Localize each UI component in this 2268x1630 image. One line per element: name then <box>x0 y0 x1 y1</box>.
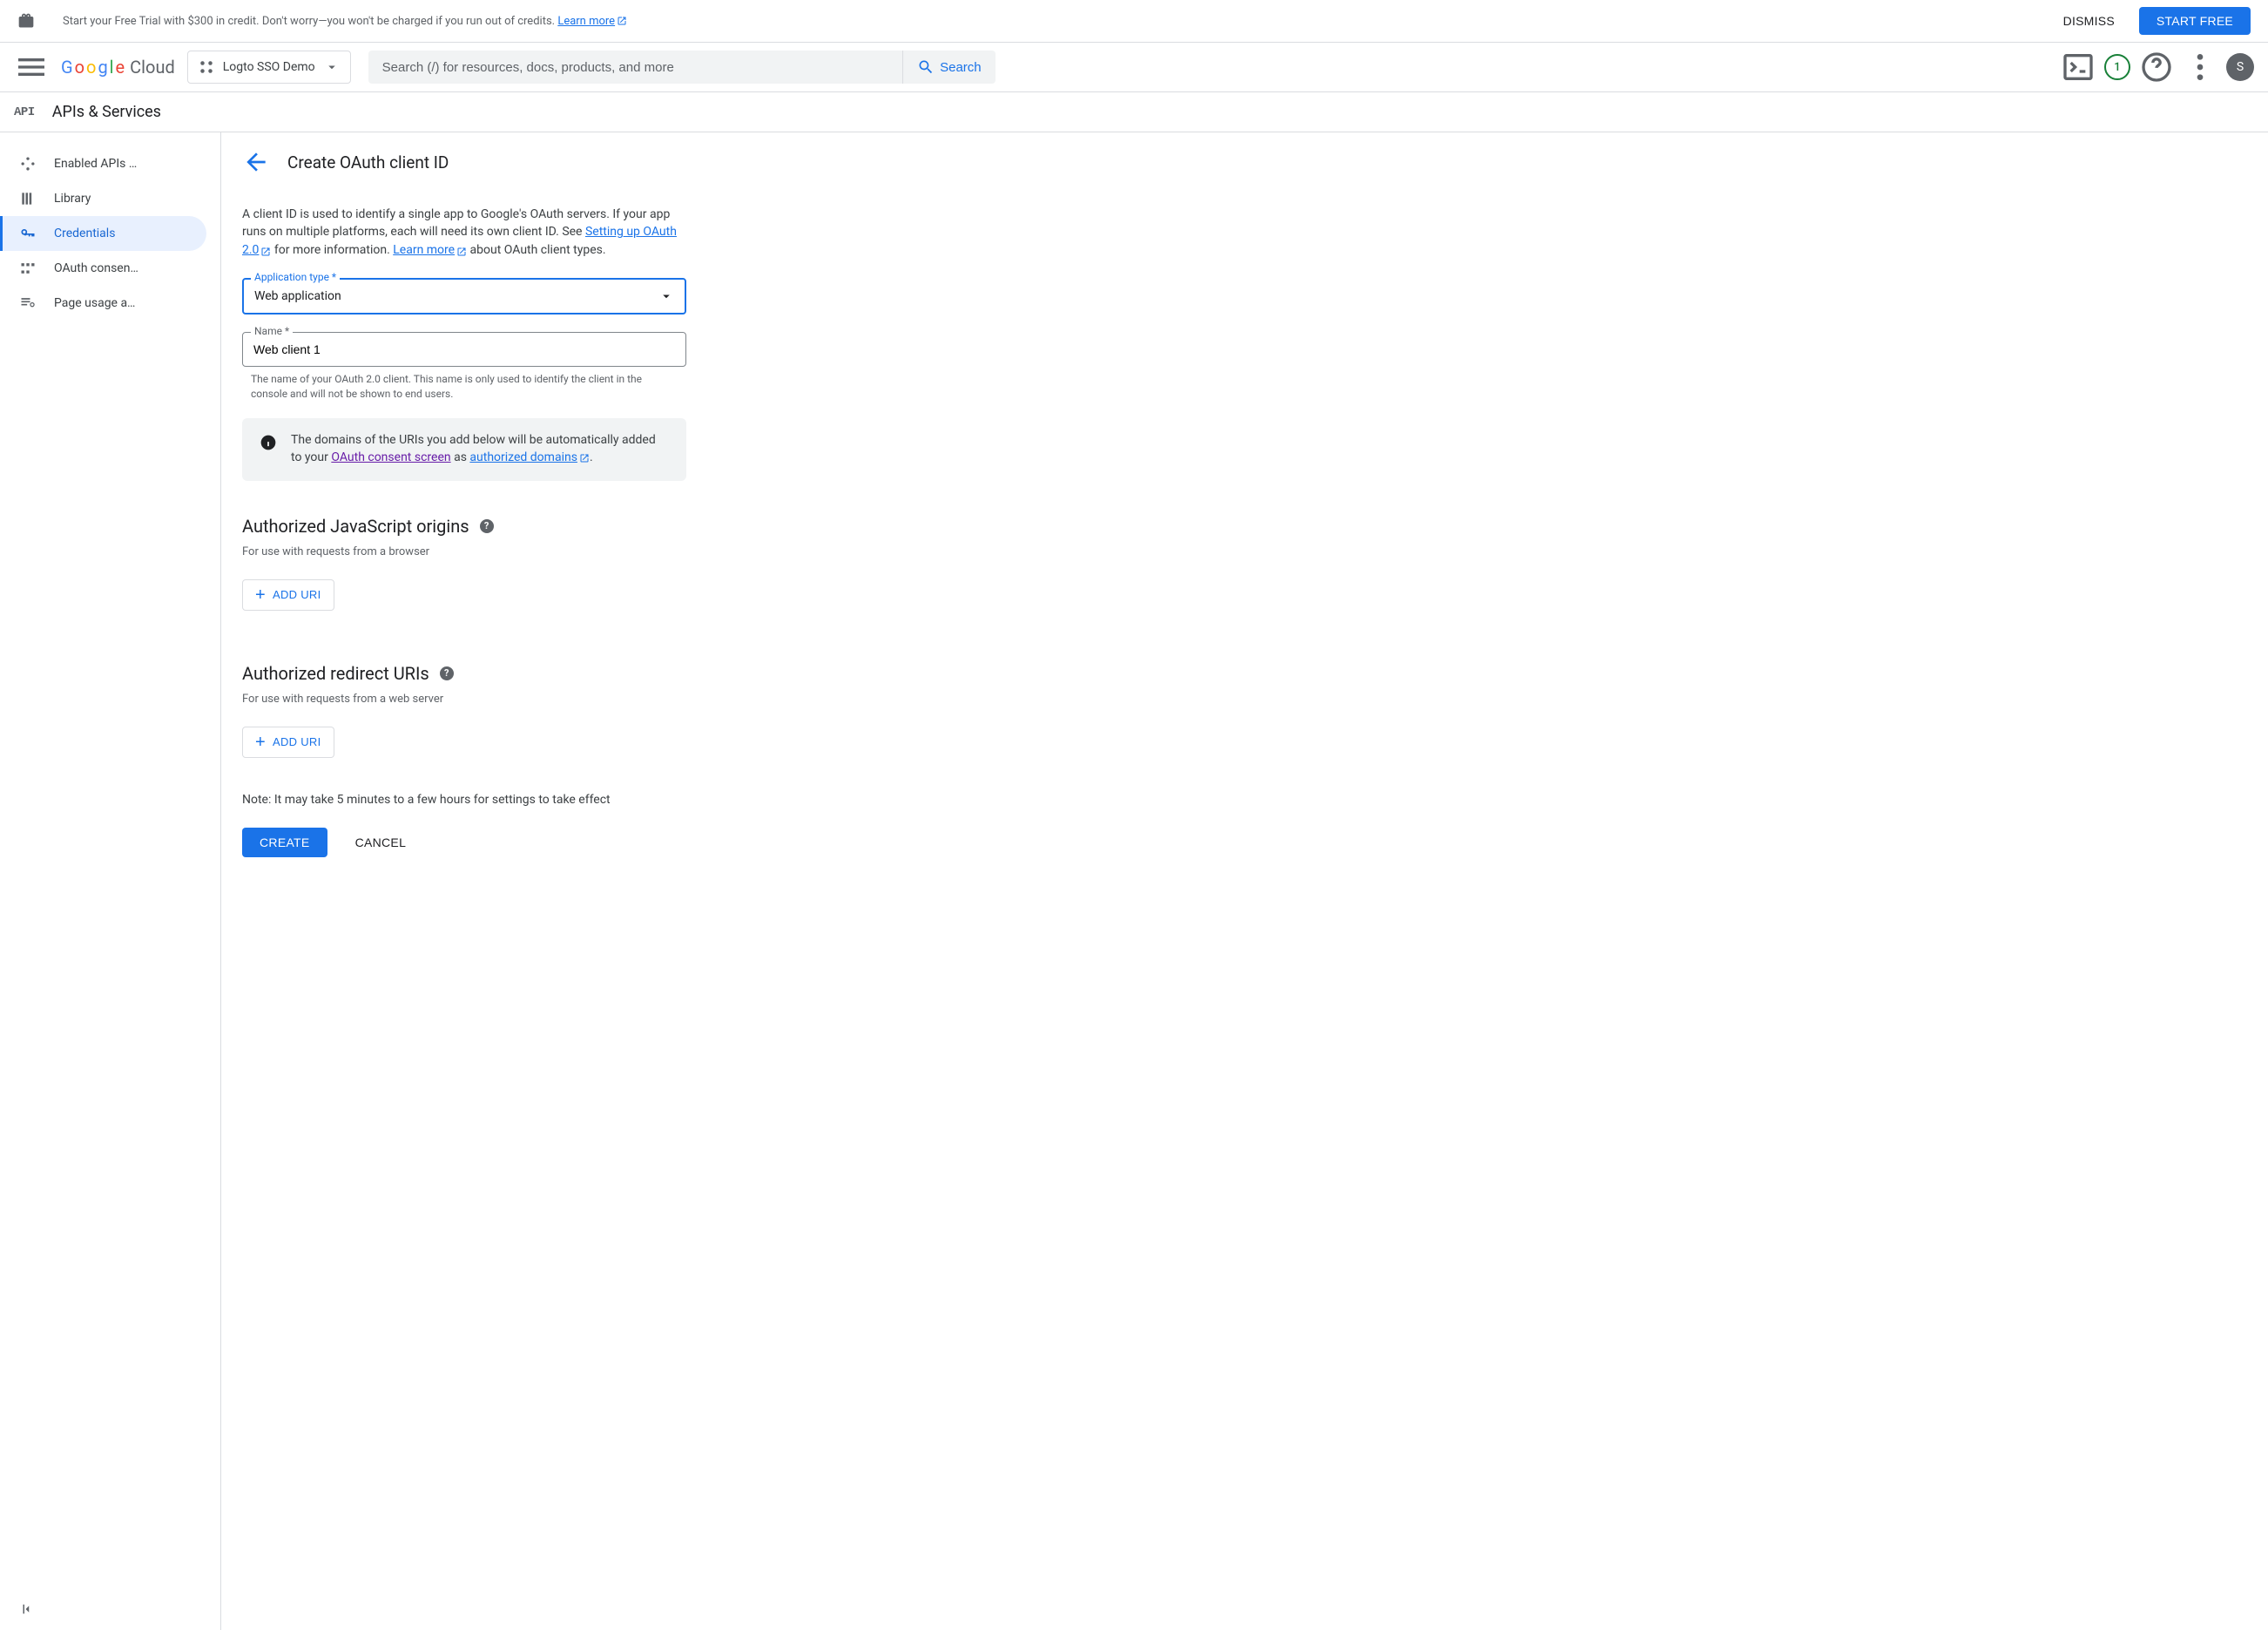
info-icon <box>260 434 277 451</box>
note-text: Note: It may take 5 minutes to a few hou… <box>242 793 897 807</box>
sidebar: Enabled APIs … Library Credentials OAuth… <box>0 132 221 1630</box>
project-icon <box>199 59 214 75</box>
chevron-down-icon <box>658 288 674 304</box>
cancel-button[interactable]: CANCEL <box>341 828 421 857</box>
main-header: Google Cloud Logto SSO Demo Search 1 S <box>0 43 2268 92</box>
header-actions: 1 S <box>2061 50 2254 85</box>
external-link-icon <box>579 452 590 463</box>
collapse-sidebar-button[interactable] <box>19 1601 35 1620</box>
application-type-select[interactable]: Web application <box>242 278 686 315</box>
js-origins-heading: Authorized JavaScript origins ? <box>242 516 897 537</box>
info-box: The domains of the URIs you add below wi… <box>242 418 686 480</box>
info-text: The domains of the URIs you add below wi… <box>291 432 669 466</box>
gift-icon <box>17 12 35 30</box>
nav-oauth-consent[interactable]: OAuth consen… <box>0 251 206 286</box>
redirect-uris-heading: Authorized redirect URIs ? <box>242 663 897 684</box>
notifications-badge[interactable]: 1 <box>2104 54 2130 80</box>
external-link-icon <box>260 245 271 255</box>
redirect-uris-desc: For use with requests from a web server <box>242 693 897 706</box>
search-icon <box>917 58 935 76</box>
help-icon[interactable]: ? <box>480 519 494 533</box>
key-icon <box>19 225 37 242</box>
oauth-consent-link[interactable]: OAuth consent screen <box>331 450 450 464</box>
learn-more-link[interactable]: Learn more <box>393 243 467 257</box>
content-header: Create OAuth client ID <box>221 132 2268 192</box>
subheader: API APIs & Services <box>0 92 2268 132</box>
content: Create OAuth client ID A client ID is us… <box>221 132 2268 1630</box>
name-helper-text: The name of your OAuth 2.0 client. This … <box>242 372 686 402</box>
action-row: CREATE CANCEL <box>242 828 897 857</box>
section-title: APIs & Services <box>52 103 161 121</box>
search-input[interactable] <box>368 51 902 84</box>
create-button[interactable]: CREATE <box>242 828 327 857</box>
external-link-icon <box>456 245 467 255</box>
nav-library[interactable]: Library <box>0 181 206 216</box>
name-label: Name * <box>251 325 293 337</box>
add-js-uri-button[interactable]: + ADD URI <box>242 579 334 611</box>
js-origins-desc: For use with requests from a browser <box>242 545 897 558</box>
page-title: Create OAuth client ID <box>287 152 449 172</box>
trial-learn-more-link[interactable]: Learn more <box>557 15 627 28</box>
cloud-shell-button[interactable] <box>2061 50 2096 85</box>
name-field-group: Name * The name of your OAuth 2.0 client… <box>242 332 686 402</box>
application-type-field: Application type * Web application <box>242 278 686 315</box>
trial-banner-text: Start your Free Trial with $300 in credi… <box>63 15 2039 28</box>
consent-icon <box>19 260 37 277</box>
page-icon <box>19 294 37 312</box>
start-free-button[interactable]: START FREE <box>2139 7 2251 35</box>
nav-page-usage[interactable]: Page usage a… <box>0 286 206 321</box>
api-badge: API <box>14 105 35 119</box>
google-cloud-logo[interactable]: Google Cloud <box>61 57 175 78</box>
application-type-label: Application type * <box>251 271 340 283</box>
help-icon[interactable]: ? <box>440 666 454 680</box>
nav-enabled-apis[interactable]: Enabled APIs … <box>0 146 206 181</box>
project-selector[interactable]: Logto SSO Demo <box>187 51 351 84</box>
name-input[interactable] <box>242 332 686 367</box>
user-avatar[interactable]: S <box>2226 53 2254 81</box>
external-link-icon <box>617 16 627 26</box>
more-menu-button[interactable] <box>2183 50 2217 85</box>
search-button[interactable]: Search <box>902 51 996 84</box>
authorized-domains-link[interactable]: authorized domains <box>469 450 590 464</box>
trial-banner: Start your Free Trial with $300 in credi… <box>0 0 2268 43</box>
hamburger-menu-button[interactable] <box>14 50 49 85</box>
add-redirect-uri-button[interactable]: + ADD URI <box>242 727 334 758</box>
dismiss-button[interactable]: DISMISS <box>2049 7 2129 35</box>
grid-icon <box>19 155 37 172</box>
chevron-down-icon <box>324 59 340 75</box>
plus-icon: + <box>255 586 266 604</box>
back-button[interactable] <box>242 148 270 176</box>
help-button[interactable] <box>2139 50 2174 85</box>
library-icon <box>19 190 37 207</box>
intro-text: A client ID is used to identify a single… <box>242 206 686 259</box>
plus-icon: + <box>255 734 266 751</box>
form-area: A client ID is used to identify a single… <box>221 192 918 871</box>
project-name: Logto SSO Demo <box>223 60 315 74</box>
nav-credentials[interactable]: Credentials <box>0 216 206 251</box>
search-container: Search <box>368 51 996 84</box>
